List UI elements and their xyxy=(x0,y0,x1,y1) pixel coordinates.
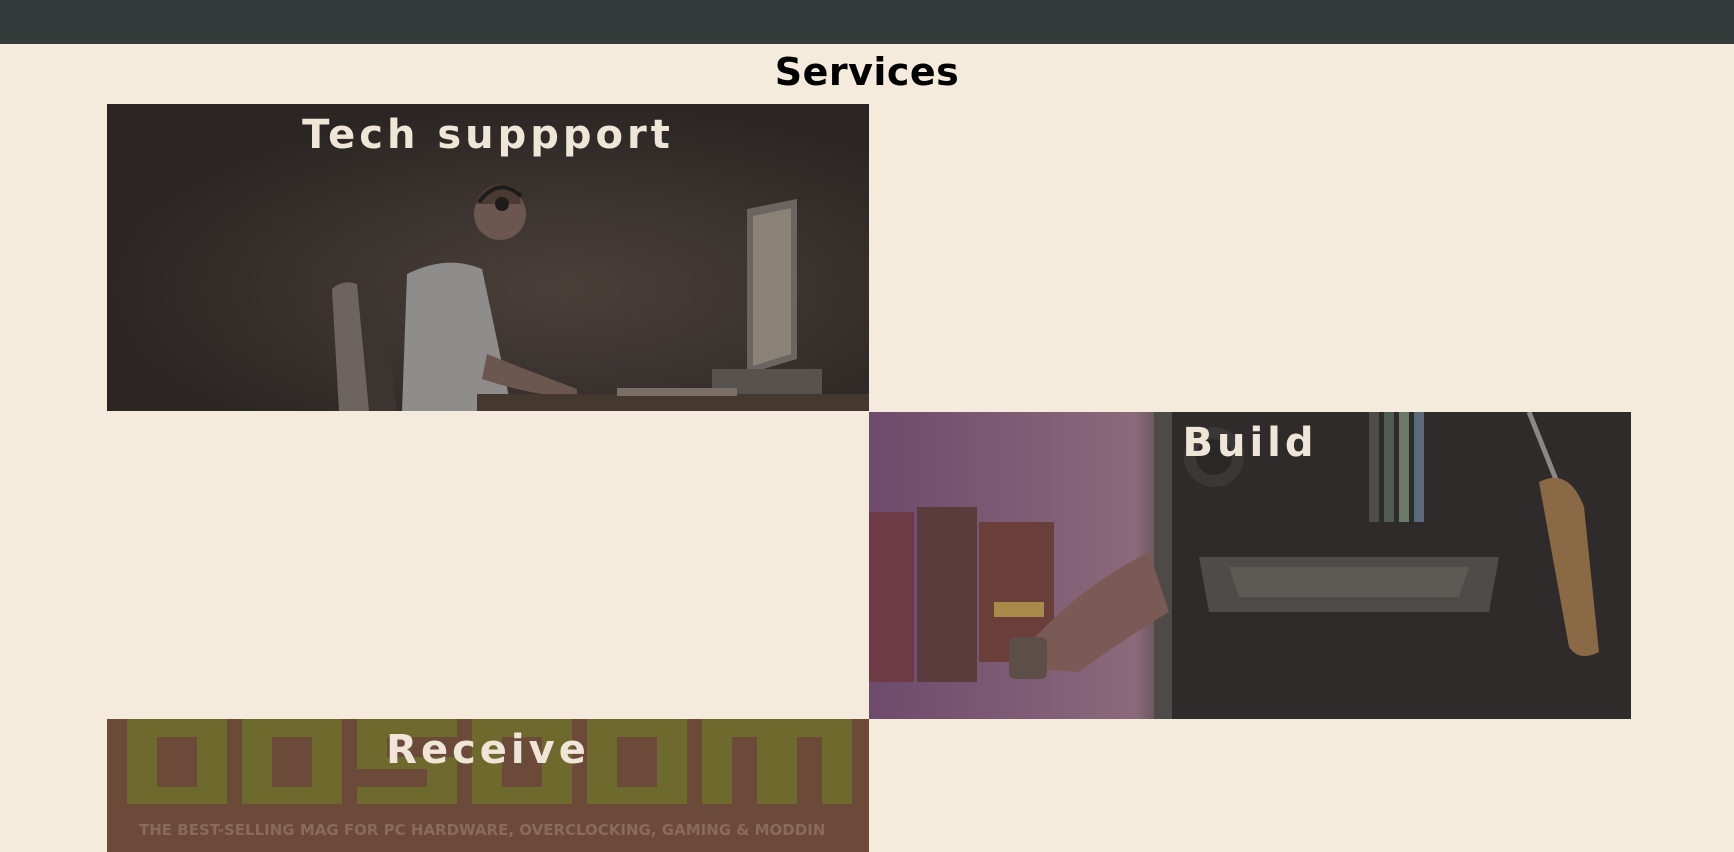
card-title: Receive xyxy=(386,727,590,773)
card-title: Tech suppport xyxy=(302,112,674,158)
page-title: Services xyxy=(774,50,960,94)
top-navbar xyxy=(0,0,1734,44)
service-card-tech-support[interactable]: Tech suppport xyxy=(107,104,869,411)
service-card-build[interactable]: Build xyxy=(869,412,1631,719)
card-title: Build xyxy=(1182,420,1318,466)
magazine-caption: THE BEST-SELLING MAG FOR PC HARDWARE, OV… xyxy=(139,821,826,839)
service-card-receive[interactable]: THE BEST-SELLING MAG FOR PC HARDWARE, OV… xyxy=(107,719,869,852)
